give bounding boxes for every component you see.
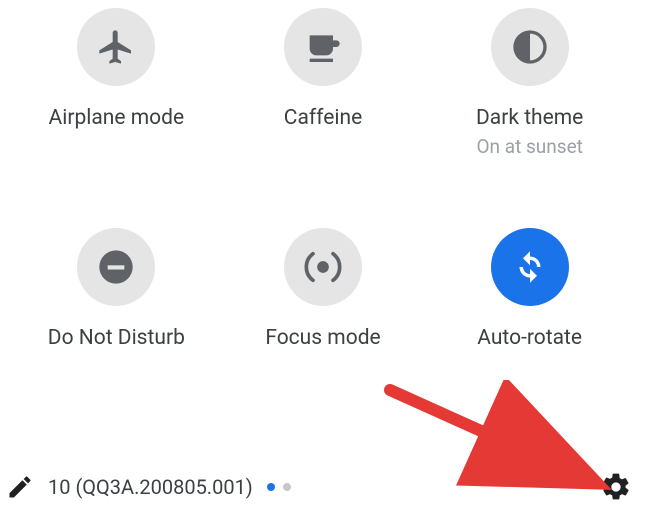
dark-theme-icon	[491, 8, 569, 86]
tile-dark-theme[interactable]: Dark theme On at sunset	[431, 8, 628, 158]
tile-label: Caffeine	[284, 106, 362, 131]
auto-rotate-icon	[491, 228, 569, 306]
tile-label: Focus mode	[265, 326, 380, 351]
tile-do-not-disturb[interactable]: Do Not Disturb	[18, 228, 215, 351]
edit-icon[interactable]	[6, 473, 34, 501]
tile-label: Airplane mode	[49, 106, 185, 131]
tile-focus-mode[interactable]: Focus mode	[225, 228, 422, 351]
settings-icon[interactable]	[600, 471, 632, 503]
tile-sublabel: On at sunset	[476, 135, 582, 158]
tile-airplane-mode[interactable]: Airplane mode	[18, 8, 215, 158]
airplane-icon	[77, 8, 155, 86]
quick-settings-grid: Airplane mode Caffeine Dark theme On at …	[0, 0, 646, 351]
focus-mode-icon	[284, 228, 362, 306]
tile-caffeine[interactable]: Caffeine	[225, 8, 422, 158]
page-indicator	[267, 483, 291, 491]
build-version: 10 (QQ3A.200805.001)	[48, 475, 253, 499]
page-dot-active	[267, 483, 275, 491]
footer-bar: 10 (QQ3A.200805.001)	[0, 456, 646, 518]
tile-label: Auto-rotate	[477, 326, 582, 351]
page-dot	[283, 483, 291, 491]
caffeine-icon	[284, 8, 362, 86]
dnd-icon	[77, 228, 155, 306]
tile-label: Do Not Disturb	[48, 326, 185, 351]
tile-auto-rotate[interactable]: Auto-rotate	[431, 228, 628, 351]
tile-label: Dark theme	[476, 106, 583, 131]
